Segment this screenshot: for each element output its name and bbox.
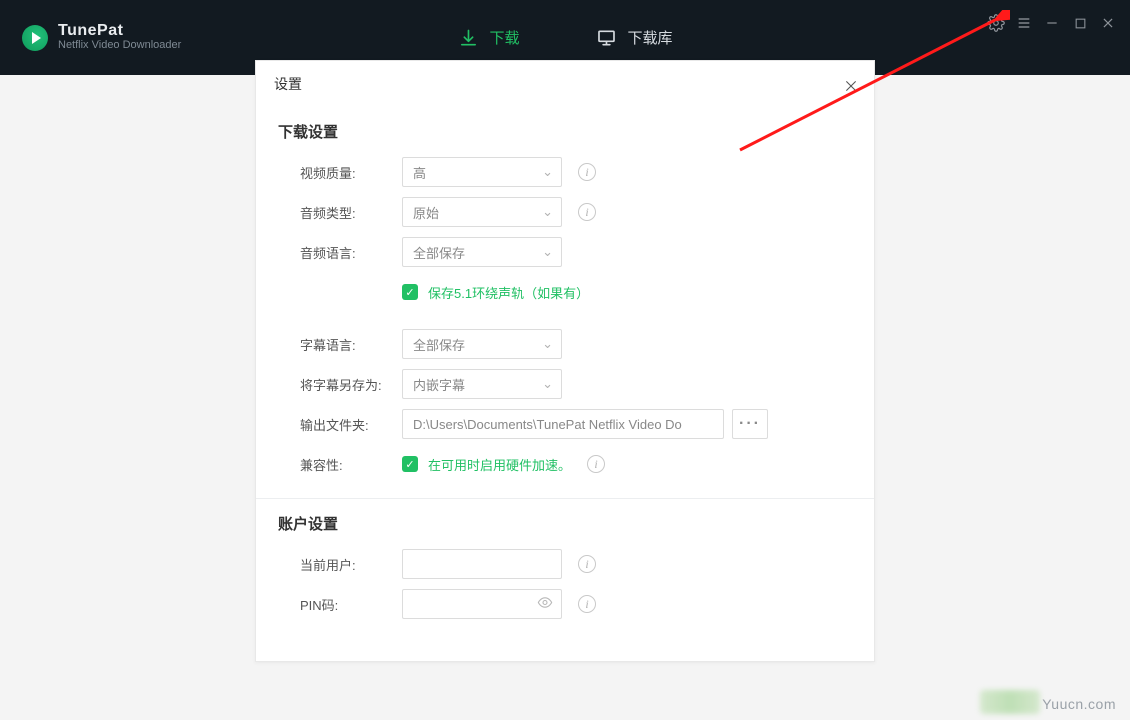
- select-audio-lang-value: 全部保存: [413, 243, 465, 262]
- app-title: TunePat: [58, 23, 181, 40]
- label-audio-lang: 音频语言:: [278, 243, 402, 262]
- select-save-sub-as[interactable]: 内嵌字幕 ⌄: [402, 369, 562, 399]
- checkbox-hwaccel-label: 在可用时启用硬件加速。: [428, 455, 571, 474]
- info-icon[interactable]: i: [578, 555, 596, 573]
- maximize-button[interactable]: [1066, 11, 1094, 35]
- select-video-quality-value: 高: [413, 163, 426, 182]
- modal-title: 设置: [274, 74, 302, 94]
- modal-close-button[interactable]: [838, 73, 864, 99]
- label-save-sub-as: 将字幕另存为:: [278, 375, 402, 394]
- window-controls: [982, 0, 1122, 75]
- blurred-region: [980, 690, 1040, 714]
- info-icon[interactable]: i: [578, 595, 596, 613]
- select-audio-type[interactable]: 原始 ⌄: [402, 197, 562, 227]
- label-audio-type: 音频类型:: [278, 203, 402, 222]
- chevron-down-icon: ⌄: [542, 204, 553, 220]
- checkbox-surround[interactable]: ✓: [402, 284, 418, 300]
- modal-header: 设置: [256, 61, 874, 107]
- chevron-down-icon: ⌄: [542, 164, 553, 180]
- logo-text: TunePat Netflix Video Downloader: [58, 23, 181, 51]
- select-audio-type-value: 原始: [413, 203, 439, 222]
- info-icon[interactable]: i: [578, 203, 596, 221]
- select-save-sub-as-value: 内嵌字幕: [413, 375, 465, 394]
- label-sub-lang: 字幕语言:: [278, 335, 402, 354]
- app-subtitle: Netflix Video Downloader: [58, 40, 181, 52]
- chevron-down-icon: ⌄: [542, 376, 553, 392]
- account-settings-form: 当前用户: i PIN码: i: [256, 544, 874, 624]
- current-user-input[interactable]: [402, 549, 562, 579]
- section-account-title: 账户设置: [256, 499, 874, 544]
- info-icon[interactable]: i: [578, 163, 596, 181]
- output-folder-value: D:\Users\Documents\TunePat Netflix Video…: [413, 417, 682, 432]
- info-icon[interactable]: i: [587, 455, 605, 473]
- download-icon: [457, 27, 479, 49]
- logo-icon: [22, 25, 48, 51]
- select-audio-lang[interactable]: 全部保存 ⌄: [402, 237, 562, 267]
- download-settings-form: 视频质量: 高 ⌄ i 音频类型: 原始 ⌄ i 音频语言: 全部保存 ⌄: [256, 152, 874, 484]
- tab-download-label: 下载: [489, 27, 519, 48]
- section-download-title: 下载设置: [256, 107, 874, 152]
- label-video-quality: 视频质量:: [278, 163, 402, 182]
- label-current-user: 当前用户:: [278, 555, 402, 574]
- settings-button[interactable]: [982, 11, 1010, 35]
- select-sub-lang-value: 全部保存: [413, 335, 465, 354]
- close-button[interactable]: [1094, 11, 1122, 35]
- minimize-button[interactable]: [1038, 11, 1066, 35]
- select-video-quality[interactable]: 高 ⌄: [402, 157, 562, 187]
- browse-button[interactable]: ···: [732, 409, 768, 439]
- watermark: Yuucn.com: [1042, 696, 1116, 712]
- menu-button[interactable]: [1010, 11, 1038, 35]
- library-icon: [596, 27, 618, 49]
- checkbox-hwaccel[interactable]: ✓: [402, 456, 418, 472]
- chevron-down-icon: ⌄: [542, 244, 553, 260]
- app-logo: TunePat Netflix Video Downloader: [22, 23, 181, 51]
- label-pin: PIN码:: [278, 595, 402, 614]
- pin-input[interactable]: [402, 589, 562, 619]
- tab-library-label: 下载库: [628, 27, 673, 48]
- label-compatibility: 兼容性:: [278, 455, 402, 474]
- settings-modal: 设置 下载设置 视频质量: 高 ⌄ i 音频类型: 原始 ⌄ i 音频语言: 全: [255, 60, 875, 662]
- eye-icon[interactable]: [537, 595, 553, 614]
- select-sub-lang[interactable]: 全部保存 ⌄: [402, 329, 562, 359]
- output-folder-input[interactable]: D:\Users\Documents\TunePat Netflix Video…: [402, 409, 724, 439]
- label-output-folder: 输出文件夹:: [278, 415, 402, 434]
- chevron-down-icon: ⌄: [542, 336, 553, 352]
- checkbox-surround-label: 保存5.1环绕声轨（如果有）: [428, 283, 589, 302]
